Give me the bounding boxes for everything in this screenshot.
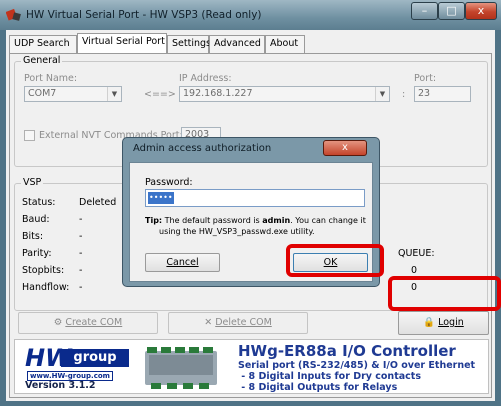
tip-text: Tip: The default password is admin. You …	[145, 215, 373, 237]
handflow-value: -	[79, 282, 83, 293]
logo-group: group	[61, 349, 129, 367]
nvt-checkbox[interactable]	[24, 130, 35, 141]
tip-text-1: The default password is	[164, 216, 260, 225]
login-label: Login	[438, 317, 464, 328]
device-image	[145, 347, 217, 389]
product-line-3: - 8 Digital Outputs for Relays	[238, 382, 398, 393]
ip-address-value: 192.168.1.227	[183, 88, 253, 99]
vsp-legend: VSP	[21, 177, 44, 188]
bits-value: -	[79, 231, 83, 242]
port-name-value: COM7	[28, 88, 57, 99]
product-line-1: Serial port (RS-232/485) & I/O over Ethe…	[238, 360, 476, 371]
stopbits-value: -	[79, 265, 83, 276]
password-input[interactable]: •••••	[145, 189, 365, 207]
queue-value-1: 0	[411, 265, 418, 276]
login-button[interactable]: 🔒 Login	[398, 311, 489, 335]
maximize-button[interactable]: □	[438, 2, 465, 20]
queue-label: QUEUE:	[398, 248, 435, 259]
tip-bold: admin	[262, 216, 291, 225]
version-text: Version 3.1.2	[25, 380, 96, 391]
tip-label: Tip:	[145, 216, 163, 225]
delete-com-icon: ✕	[204, 317, 213, 328]
minimize-button[interactable]: –	[411, 2, 438, 20]
link-arrow: <==>	[144, 89, 176, 100]
tip-text-3: using the HW_VSP3_passwd.exe utility.	[159, 227, 315, 236]
tab-advanced[interactable]: Advanced	[209, 35, 265, 53]
title-bar[interactable]: HW Virtual Serial Port - HW VSP3 (Read o…	[0, 0, 501, 30]
baud-label: Baud:	[22, 214, 50, 225]
port-value: 23	[418, 88, 431, 99]
stopbits-label: Stopbits:	[22, 265, 65, 276]
lock-icon: 🔒	[423, 317, 436, 328]
tip-text-2: . You can change it	[290, 216, 366, 225]
port-field[interactable]: 23	[414, 86, 471, 102]
ok-highlight-box	[286, 244, 384, 277]
tab-udp-search[interactable]: UDP Search	[9, 35, 77, 53]
cancel-label: Cancel	[166, 257, 199, 268]
chevron-down-icon: ▼	[375, 87, 389, 101]
chevron-down-icon: ▼	[107, 87, 121, 101]
handflow-label: Handflow:	[22, 282, 70, 293]
create-com-label: Create COM	[65, 317, 123, 328]
delete-com-button[interactable]: ✕ Delete COM	[168, 312, 308, 334]
ip-address-label: IP Address:	[179, 73, 232, 84]
port-name-label: Port Name:	[24, 73, 78, 84]
port-name-select[interactable]: COM7 ▼	[24, 86, 122, 102]
tab-settings[interactable]: Settings	[167, 35, 211, 53]
product-line-2: - 8 Digital Inputs for Dry contacts	[238, 371, 421, 382]
cancel-button[interactable]: Cancel	[145, 253, 220, 272]
ip-address-select[interactable]: 192.168.1.227 ▼	[179, 86, 390, 102]
create-com-button[interactable]: ⚙ Create COM	[18, 312, 158, 334]
parity-value: -	[79, 248, 83, 259]
port-separator: :	[402, 89, 406, 100]
dialog-title: Admin access authorization	[133, 143, 272, 154]
parity-label: Parity:	[22, 248, 52, 259]
delete-com-label: Delete COM	[215, 317, 272, 328]
product-banner[interactable]: HW group www.HW-group.com Version 3.1.2	[14, 339, 489, 394]
tab-about[interactable]: About	[265, 35, 305, 53]
close-button[interactable]: x	[465, 2, 497, 20]
bits-label: Bits:	[22, 231, 44, 242]
create-com-icon: ⚙	[53, 317, 63, 328]
dialog-close-button[interactable]: x	[323, 140, 367, 156]
app-window: HW Virtual Serial Port - HW VSP3 (Read o…	[0, 0, 501, 406]
window-title: HW Virtual Serial Port - HW VSP3 (Read o…	[26, 9, 262, 21]
app-icon	[6, 8, 21, 21]
status-value: Deleted	[79, 197, 117, 208]
product-title: HWg-ER88a I/O Controller	[238, 342, 456, 360]
login-highlight-box	[388, 276, 501, 311]
general-legend: General	[21, 55, 63, 66]
baud-value: -	[79, 214, 83, 225]
tab-virtual-serial-port[interactable]: Virtual Serial Port	[77, 33, 167, 54]
port-label: Port:	[414, 73, 437, 84]
password-value: •••••	[148, 192, 174, 204]
password-label: Password:	[145, 177, 193, 188]
status-label: Status:	[22, 197, 56, 208]
